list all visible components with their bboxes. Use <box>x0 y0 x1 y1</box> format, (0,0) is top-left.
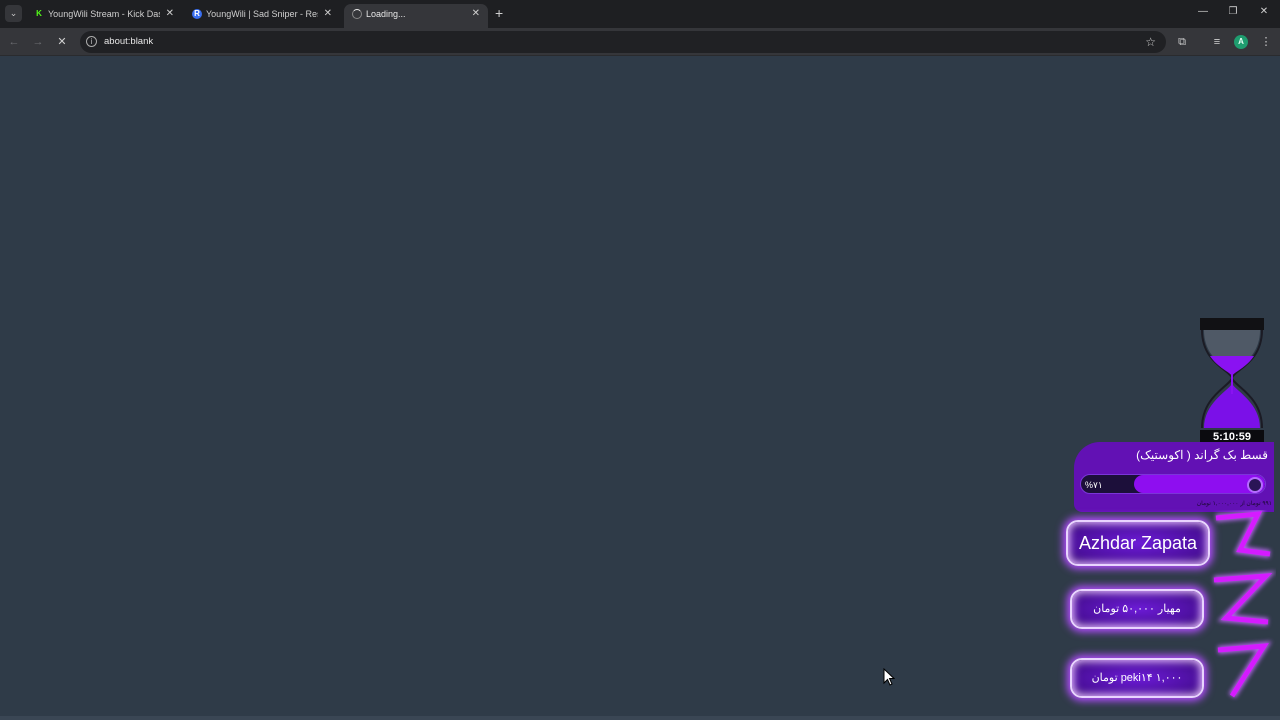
profile-avatar[interactable]: A <box>1234 35 1248 49</box>
heart-icon <box>1247 477 1263 493</box>
close-window-button[interactable]: ✕ <box>1257 5 1271 19</box>
address-bar[interactable]: i about:blank ☆ <box>80 31 1166 53</box>
donation-text: مهیار ۵۰,۰۰۰ تومان <box>1093 603 1181 615</box>
top-donor-name: Azhdar Zapata <box>1078 533 1198 553</box>
restream-icon: R <box>192 9 202 19</box>
back-button[interactable]: ← <box>6 34 22 50</box>
goal-percent: %۷۱ <box>1085 480 1103 490</box>
tab-loading[interactable]: Loading... ✕ <box>344 4 488 28</box>
loading-spinner-icon <box>352 9 362 19</box>
tab-title: YoungWili Stream - Kick Dashb <box>48 9 160 19</box>
menu-dots-icon[interactable]: ⋮ <box>1258 34 1274 50</box>
page-bottom-edge <box>0 716 1280 720</box>
goal-progress-fill <box>1134 475 1265 493</box>
channel-logo-icon <box>1213 510 1277 699</box>
hourglass-icon <box>1200 318 1264 429</box>
kick-icon: K <box>34 9 44 19</box>
address-text[interactable]: about:blank <box>104 31 153 53</box>
bookmark-star-icon[interactable]: ☆ <box>1145 31 1156 53</box>
donation-goal-card: قسط بک گراند ( اکوستیک) %۷۱ ۹۹۱ تومان از… <box>1074 442 1274 512</box>
goal-subtitle: ۹۹۱ تومان از ۱,۰۰۰,۰۰۰ تومان <box>1196 501 1272 507</box>
goal-progress-bar: %۷۱ <box>1080 474 1266 494</box>
close-icon[interactable]: ✕ <box>324 4 332 24</box>
tab-restream[interactable]: R YoungWili | Sad Sniper - Restre ✕ <box>184 4 340 28</box>
donation-item: مهیار ۵۰,۰۰۰ تومان <box>1070 589 1204 629</box>
close-icon[interactable]: ✕ <box>472 4 480 24</box>
tab-strip: ⌄ K YoungWili Stream - Kick Dashb ✕ R Yo… <box>0 0 1280 28</box>
stop-loading-button[interactable]: ✕ <box>54 34 70 50</box>
mouse-cursor-icon <box>883 668 895 686</box>
tab-search-button[interactable]: ⌄ <box>5 5 22 22</box>
new-tab-button[interactable]: + <box>495 6 503 20</box>
tab-kick-dashboard[interactable]: K YoungWili Stream - Kick Dashb ✕ <box>26 4 182 28</box>
extensions-icon[interactable]: ⧉ <box>1174 34 1190 50</box>
media-controls-icon[interactable]: ≡ <box>1209 34 1225 50</box>
minimize-button[interactable]: — <box>1196 5 1210 19</box>
forward-button[interactable]: → <box>30 34 46 50</box>
top-donor-badge: Azhdar Zapata <box>1066 520 1210 566</box>
donation-text: peki۱۴ ۱,۰۰۰ تومان <box>1091 672 1183 684</box>
tab-title: Loading... <box>366 9 406 19</box>
tab-title: YoungWili | Sad Sniper - Restre <box>206 9 318 19</box>
site-info-icon[interactable]: i <box>86 36 97 47</box>
browser-toolbar: ← → ✕ i about:blank ☆ ⧉ ≡ A ⋮ <box>0 28 1280 56</box>
close-icon[interactable]: ✕ <box>166 4 174 24</box>
restore-button[interactable]: ❐ <box>1226 5 1240 19</box>
goal-title: قسط بک گراند ( اکوستیک) <box>1136 448 1268 462</box>
donation-item: peki۱۴ ۱,۰۰۰ تومان <box>1070 658 1204 698</box>
